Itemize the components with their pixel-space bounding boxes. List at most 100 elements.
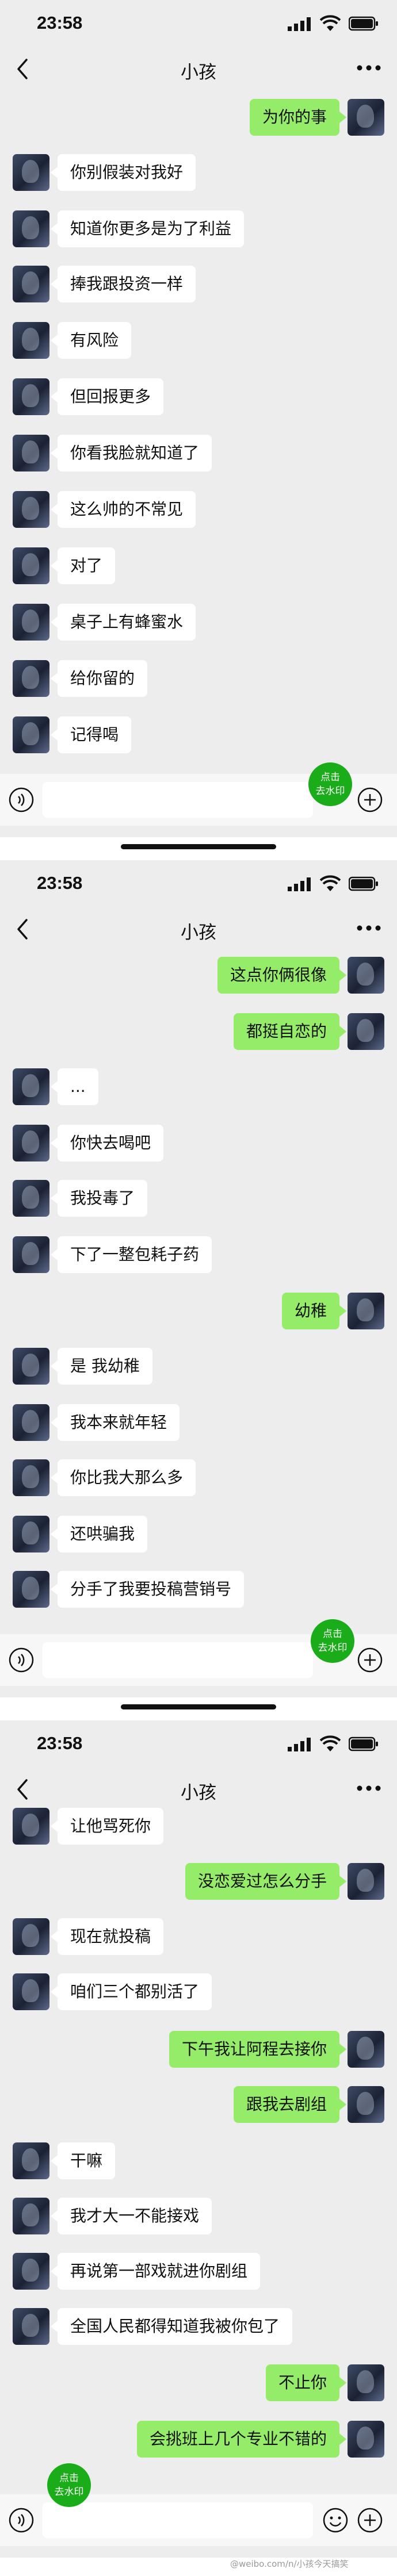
remove-watermark-button[interactable]: 点击 去水印 — [308, 762, 352, 806]
more-icon[interactable] — [356, 922, 382, 934]
sent-message-bubble[interactable]: 为你的事 — [249, 99, 347, 136]
message-input[interactable] — [43, 2502, 313, 2538]
my-avatar[interactable] — [348, 2364, 384, 2401]
received-message-bubble[interactable]: 你比我大那么多 — [50, 1459, 196, 1496]
received-message-bubble[interactable]: 这么帅的不常见 — [50, 491, 196, 528]
contact-avatar[interactable] — [13, 1973, 49, 2010]
sent-message-bubble[interactable]: 会挑班上几个专业不错的 — [136, 2421, 347, 2458]
voice-icon[interactable] — [8, 787, 35, 813]
received-message-bubble[interactable]: 全国人民都得知道我被你包了 — [50, 2308, 293, 2345]
contact-avatar[interactable] — [13, 435, 49, 471]
contact-avatar[interactable] — [13, 660, 49, 697]
more-icon[interactable] — [356, 62, 382, 74]
contact-avatar[interactable] — [13, 1236, 49, 1273]
status-bar: 23:58 — [0, 860, 397, 910]
message-row: 你别假装对我好 — [0, 154, 397, 195]
contact-avatar[interactable] — [13, 1125, 49, 1162]
my-avatar[interactable] — [348, 2086, 384, 2123]
contact-avatar[interactable] — [13, 1918, 49, 1955]
received-message-bubble[interactable]: 桌子上有蜂蜜水 — [50, 604, 196, 641]
received-message-bubble[interactable]: 但回报更多 — [50, 378, 164, 415]
my-avatar[interactable] — [348, 1013, 384, 1050]
sent-message-bubble[interactable]: 下午我让阿程去接你 — [169, 2031, 347, 2068]
message-row: 跟我去剧组 — [0, 2086, 397, 2128]
chat-header: 小孩 — [0, 910, 397, 949]
message-row: 你比我大那么多 — [0, 1459, 397, 1501]
remove-watermark-button[interactable]: 点击 去水印 — [311, 1619, 354, 1663]
sent-message-bubble[interactable]: 幼稚 — [281, 1293, 347, 1329]
contact-avatar[interactable] — [13, 2253, 49, 2290]
contact-avatar[interactable] — [13, 491, 49, 528]
received-message-bubble[interactable]: 是 我幼稚 — [51, 1348, 152, 1385]
contact-avatar[interactable] — [13, 154, 49, 191]
received-message-bubble[interactable]: 捧我跟投资一样 — [50, 266, 196, 302]
received-message-bubble[interactable]: 你快去喝吧 — [50, 1125, 164, 1162]
received-message-bubble[interactable]: 咱们三个都别活了 — [50, 1973, 212, 2010]
my-avatar[interactable] — [348, 1293, 384, 1329]
contact-avatar[interactable] — [13, 378, 49, 415]
contact-avatar[interactable] — [13, 2198, 49, 2234]
received-message-bubble[interactable]: 分手了我要投稿营销号 — [50, 1571, 245, 1608]
received-message-bubble[interactable]: 还哄骗我 — [50, 1516, 148, 1552]
received-message-bubble[interactable]: 有风险 — [50, 322, 132, 359]
received-message-bubble[interactable]: 知道你更多是为了利益 — [50, 210, 245, 247]
plus-icon[interactable] — [357, 1647, 383, 1673]
received-message-bubble[interactable]: 让他骂死你 — [50, 1808, 164, 1845]
message-input[interactable] — [43, 782, 313, 818]
contact-avatar[interactable] — [13, 1808, 49, 1845]
received-message-bubble[interactable]: ... — [51, 1068, 98, 1105]
contact-avatar[interactable] — [13, 1571, 49, 1608]
received-message-bubble[interactable]: 干嘛 — [50, 2142, 116, 2179]
contact-avatar[interactable] — [13, 2308, 49, 2345]
remove-watermark-button[interactable]: 点击 去水印 — [47, 2463, 91, 2507]
received-message-bubble[interactable]: 对了 — [50, 547, 116, 584]
received-message-bubble[interactable]: 我投毒了 — [50, 1180, 148, 1217]
contact-avatar[interactable] — [13, 1459, 49, 1496]
voice-icon[interactable] — [8, 2507, 35, 2533]
received-message-bubble[interactable]: 再说第一部戏就进你剧组 — [50, 2253, 261, 2290]
contact-avatar[interactable] — [13, 322, 49, 359]
plus-icon[interactable] — [357, 787, 383, 813]
status-bar: 23:58 — [0, 0, 397, 49]
sent-message-bubble[interactable]: 都挺自恋的 — [233, 1013, 347, 1050]
received-message-bubble[interactable]: 我才大一不能接戏 — [50, 2198, 212, 2234]
plus-icon[interactable] — [357, 2507, 383, 2533]
my-avatar[interactable] — [348, 2421, 384, 2458]
contact-avatar[interactable] — [13, 1404, 49, 1441]
sent-message-bubble[interactable]: 没恋爱过怎么分手 — [185, 1863, 347, 1900]
voice-icon[interactable] — [8, 1647, 35, 1673]
contact-avatar[interactable] — [13, 547, 49, 584]
received-message-bubble[interactable]: 你看我脸就知道了 — [50, 435, 212, 471]
more-icon[interactable] — [356, 1782, 382, 1794]
sent-message-bubble[interactable]: 跟我去剧组 — [233, 2086, 347, 2123]
my-avatar[interactable] — [348, 1863, 384, 1900]
sent-message-bubble[interactable]: 这点你俩很像 — [217, 957, 347, 994]
message-row: 记得喝 — [0, 716, 397, 758]
contact-avatar[interactable] — [13, 1516, 49, 1552]
sent-message-bubble[interactable]: 不止你 — [265, 2364, 347, 2401]
emoji-icon[interactable] — [322, 2507, 349, 2533]
source-watermark-text: @weibo.com/n/小孩今天搞笑 — [230, 2559, 349, 2569]
chat-screen-1: 23:58 小孩 为你的事 你别假装对我好 知道你更多是为了利益 捧我跟投资一样 有风险 但回… — [0, 0, 397, 837]
message-input[interactable] — [43, 1642, 313, 1678]
received-message-bubble[interactable]: 你别假装对我好 — [50, 154, 196, 191]
received-message-bubble[interactable]: 我本来就年轻 — [50, 1404, 180, 1441]
received-message-bubble[interactable]: 下了一整包耗子药 — [50, 1236, 212, 1273]
message-row: 是 我幼稚 — [0, 1348, 397, 1389]
contact-avatar[interactable] — [13, 716, 49, 753]
chat-header: 小孩 — [0, 1770, 397, 1809]
contact-avatar[interactable] — [13, 2142, 49, 2179]
contact-avatar[interactable] — [13, 1348, 49, 1385]
contact-avatar[interactable] — [13, 210, 49, 247]
my-avatar[interactable] — [348, 2031, 384, 2068]
my-avatar[interactable] — [348, 99, 384, 136]
contact-avatar[interactable] — [13, 1180, 49, 1217]
contact-avatar[interactable] — [13, 266, 49, 302]
contact-avatar[interactable] — [13, 1068, 49, 1105]
my-avatar[interactable] — [348, 957, 384, 994]
received-message-bubble[interactable]: 现在就投稿 — [50, 1918, 164, 1955]
received-message-bubble[interactable]: 给你留的 — [50, 660, 148, 697]
received-message-bubble[interactable]: 记得喝 — [50, 716, 132, 753]
contact-avatar[interactable] — [13, 604, 49, 641]
home-indicator — [121, 844, 276, 849]
